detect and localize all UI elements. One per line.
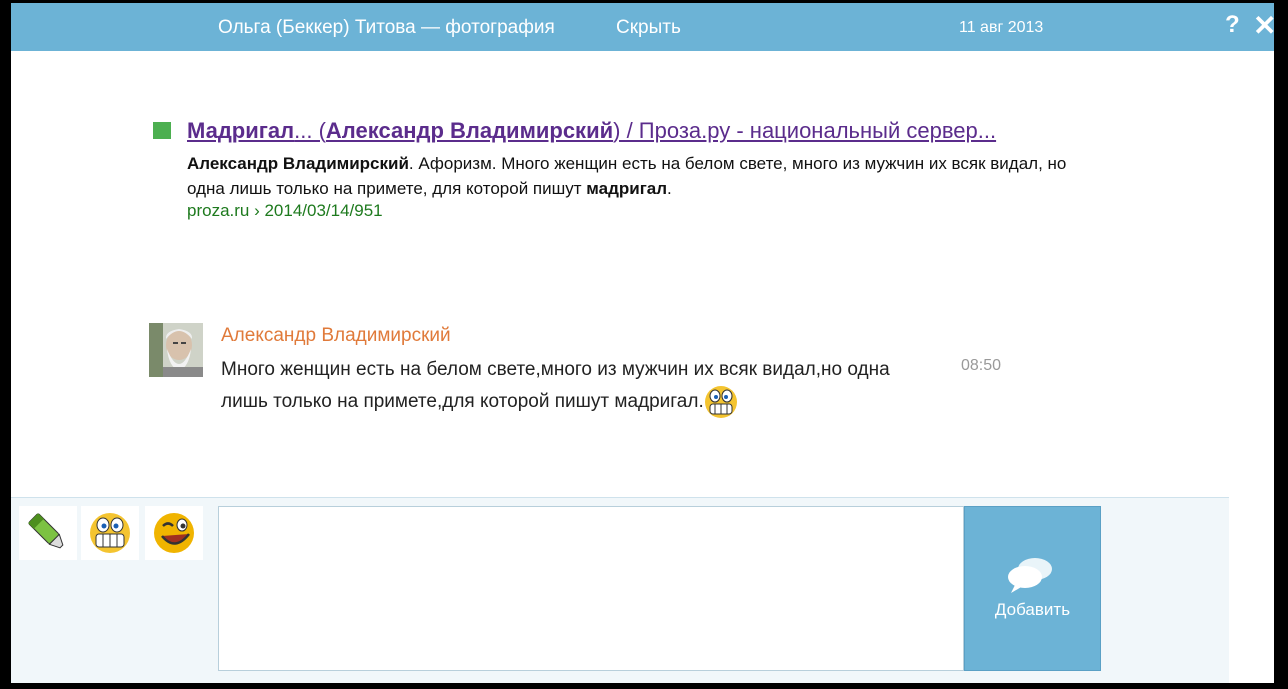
grin-smiley-icon [704,385,738,419]
comment-input[interactable] [218,506,964,671]
add-comment-button[interactable]: Добавить [964,506,1101,671]
help-icon[interactable]: ? [1225,11,1240,39]
result-link[interactable]: Мадригал... (Александр Владимирский) / П… [187,118,996,144]
divider [11,497,1229,498]
comment-item: Александр Владимирский Много женщин есть… [149,323,1029,423]
add-button-label: Добавить [994,600,1071,619]
result-url[interactable]: proza.ru › 2014/03/14/951 [187,201,383,221]
result-snippet: Александр Владимирский. Афоризм. Много ж… [187,154,1067,198]
grin-smiley-icon[interactable] [81,506,139,560]
close-icon[interactable]: ✕ [1253,9,1276,42]
wink-smiley-icon[interactable] [145,506,203,560]
hide-button[interactable]: Скрыть [616,17,681,39]
highlighter-icon[interactable] [19,506,77,560]
chat-bubbles-icon [1008,558,1052,593]
avatar[interactable] [149,323,203,377]
date-label: 11 авг 2013 [959,19,1044,36]
window-title[interactable]: Ольга (Беккер) Титова — фотография [218,17,555,39]
comment-time: 08:50 [961,357,1002,374]
top-bar: Ольга (Беккер) Титова — фотография Скрыт… [11,3,1277,51]
photo-comment-window: Ольга (Беккер) Титова — фотография Скрыт… [11,3,1277,683]
result-bullet [153,122,171,139]
right-strip [1229,51,1277,551]
comment-author[interactable]: Александр Владимирский [221,325,451,347]
window-frame [1274,0,1288,689]
comment-text: Много женщин есть на белом свете,много и… [221,355,941,419]
